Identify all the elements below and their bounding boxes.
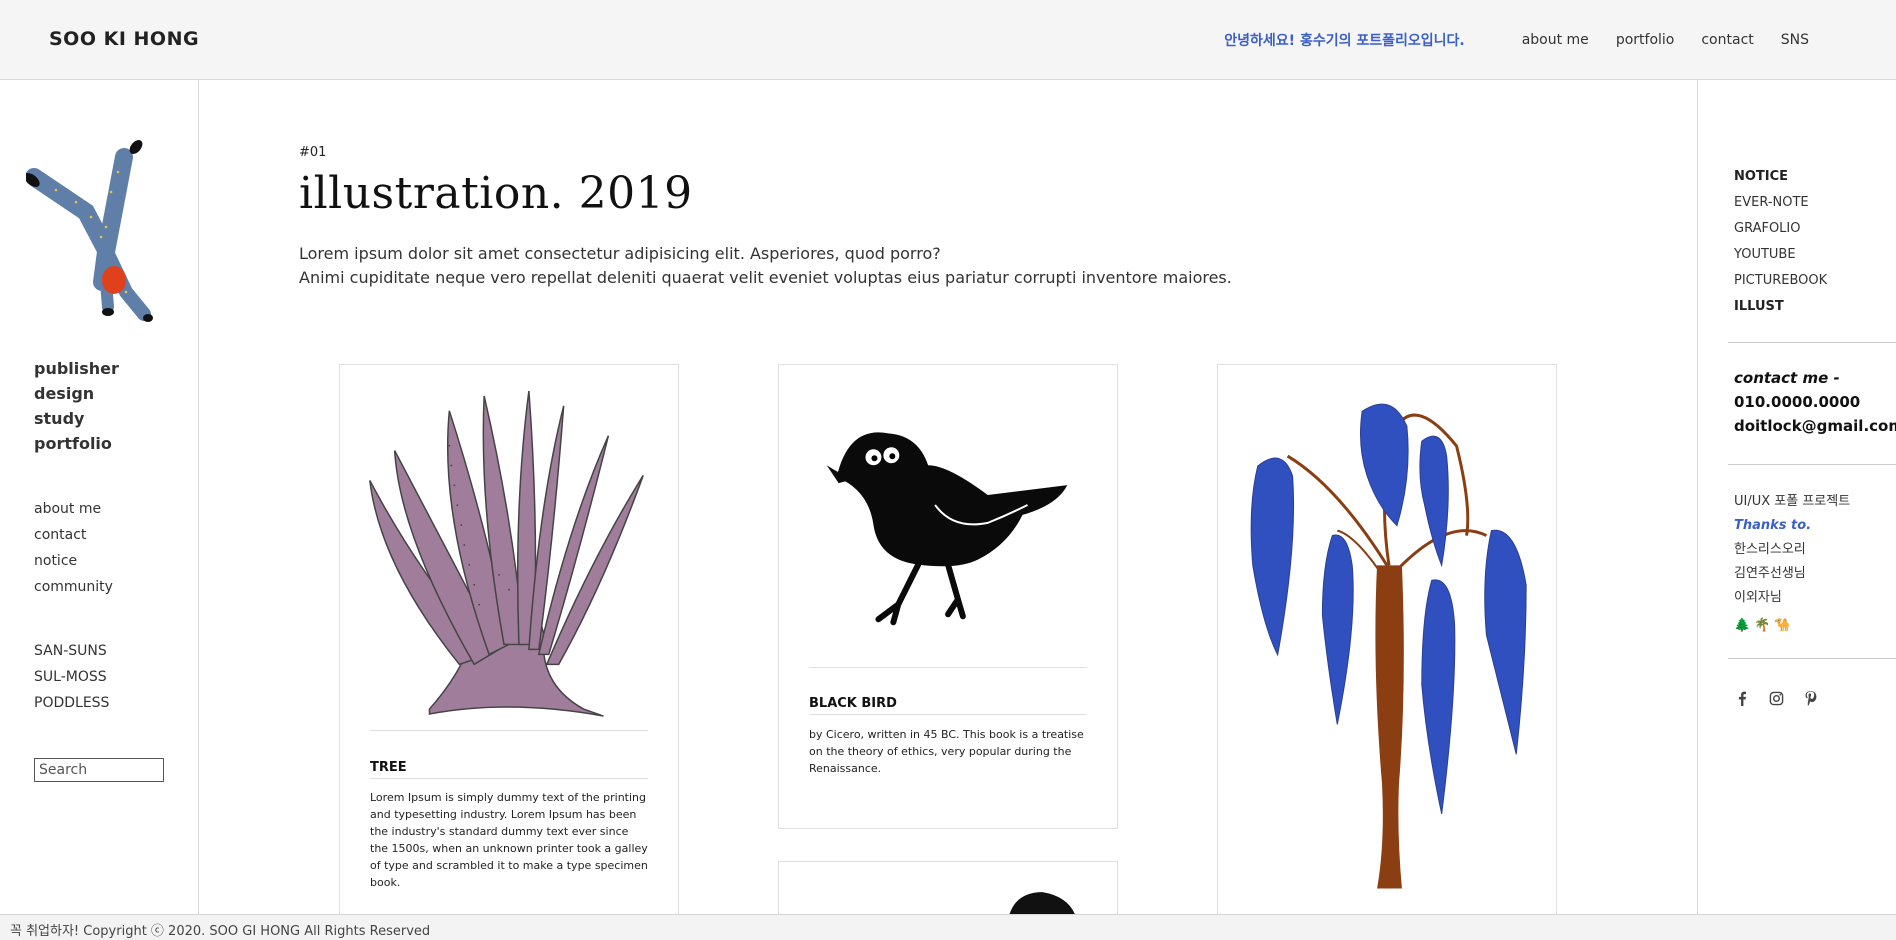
left-sidebar: publisher design study portfolio about m…: [0, 80, 199, 914]
side-link-about-me[interactable]: about me: [34, 496, 113, 522]
card-blue-tree[interactable]: [1217, 364, 1557, 914]
card-black-bird[interactable]: BLACK BIRD by Cicero, written in 45 BC. …: [778, 364, 1118, 829]
category-study[interactable]: study: [34, 406, 119, 431]
contact-label: contact me -: [1734, 369, 1840, 387]
greeting-text: 안녕하세요! 홍수기의 포트폴리오입니다.: [1224, 33, 1465, 49]
project-link-sul-moss[interactable]: SUL-MOSS: [34, 664, 109, 690]
right-sidebar: NOTICE EVER-NOTE GRAFOLIO YOUTUBE PICTUR…: [1697, 80, 1896, 914]
project-links: SAN-SUNS SUL-MOSS PODDLESS: [34, 638, 109, 716]
thanks-person-3: 이외자님: [1734, 590, 1782, 605]
tree-emoji-icon: 🌲: [1734, 618, 1751, 633]
facebook-icon[interactable]: [1734, 690, 1750, 706]
category-publisher[interactable]: publisher: [34, 356, 119, 381]
brand-logo[interactable]: SOO KI HONG: [49, 28, 199, 50]
contact-info: contact me - 010.0000.0000 doitlock@gmai…: [1734, 366, 1896, 438]
card-divider: [370, 778, 648, 779]
page-title: illustration. 2019: [299, 168, 693, 219]
right-nav-picturebook[interactable]: PICTUREBOOK: [1734, 268, 1827, 294]
top-nav: 안녕하세요! 홍수기의 포트폴리오입니다. about me portfolio…: [1224, 30, 1809, 50]
side-links: about me contact notice community: [34, 496, 113, 600]
thanks-person-1: 한스리스오리: [1734, 542, 1806, 557]
thanks-label: Thanks to.: [1734, 518, 1812, 533]
divider: [1728, 464, 1896, 465]
right-nav-youtube[interactable]: YOUTUBE: [1734, 242, 1827, 268]
card-divider: [809, 714, 1087, 715]
side-link-community[interactable]: community: [34, 574, 113, 600]
card-title: BLACK BIRD: [809, 696, 897, 711]
nav-about-me[interactable]: about me: [1522, 32, 1589, 48]
nav-contact[interactable]: contact: [1701, 32, 1753, 48]
pinterest-icon[interactable]: [1802, 690, 1818, 706]
card-description: by Cicero, written in 45 BC. This book i…: [809, 728, 1084, 775]
site-footer: 꼭 취업하자! Copyright ⓒ 2020. SOO GI HONG Al…: [0, 914, 1896, 940]
handstand-figure-illustration: [26, 140, 153, 322]
card-divider: [370, 730, 648, 731]
card-description: Lorem Ipsum is simply dummy text of the …: [370, 791, 648, 889]
credits: UI/UX 포폴 프로젝트 Thanks to. 한스리스오리 김연주선생님 이…: [1734, 490, 1850, 638]
project-link-poddless[interactable]: PODDLESS: [34, 690, 109, 716]
email-address[interactable]: doitlock@gmail.com: [1734, 414, 1896, 438]
project-link-san-suns[interactable]: SAN-SUNS: [34, 638, 109, 664]
agave-plant-illustration: [369, 390, 644, 717]
category-portfolio[interactable]: portfolio: [34, 431, 119, 456]
intro-text: Lorem ipsum dolor sit amet consectetur a…: [299, 242, 1232, 290]
thanks-person-2: 김연주선생님: [1734, 566, 1806, 581]
nav-portfolio[interactable]: portfolio: [1616, 32, 1675, 48]
partial-figure-illustration: [1009, 892, 1075, 914]
palm-emoji-icon: 🌴: [1754, 618, 1771, 633]
side-link-contact[interactable]: contact: [34, 522, 113, 548]
black-bird-illustration: [826, 432, 1068, 626]
project-label: UI/UX 포폴 프로젝트: [1734, 494, 1851, 509]
intro-line-1: Lorem ipsum dolor sit amet consectetur a…: [299, 244, 941, 263]
category-list: publisher design study portfolio: [34, 356, 119, 456]
phone-number: 010.0000.0000: [1734, 393, 1861, 411]
card-title: TREE: [370, 760, 407, 775]
weeping-tree-illustration: [1250, 403, 1527, 889]
search-input[interactable]: [34, 758, 164, 782]
nav-sns[interactable]: SNS: [1781, 32, 1809, 48]
card-divider: [809, 667, 1087, 668]
intro-line-2: Animi cupiditate neque vero repellat del…: [299, 268, 1232, 287]
section-number: #01: [299, 145, 327, 160]
social-links: [1734, 690, 1818, 706]
site-header: SOO KI HONG 안녕하세요! 홍수기의 포트폴리오입니다. about …: [0, 0, 1896, 80]
card-partial[interactable]: [778, 861, 1118, 914]
divider: [1728, 658, 1896, 659]
right-nav: NOTICE EVER-NOTE GRAFOLIO YOUTUBE PICTUR…: [1734, 164, 1827, 320]
camel-emoji-icon: 🐪: [1774, 618, 1791, 633]
right-nav-notice[interactable]: NOTICE: [1734, 164, 1827, 190]
right-nav-ever-note[interactable]: EVER-NOTE: [1734, 190, 1827, 216]
card-tree[interactable]: TREE Lorem Ipsum is simply dummy text of…: [339, 364, 679, 914]
emoji-row: 🌲 🌴 🐪: [1734, 614, 1850, 638]
side-link-notice[interactable]: notice: [34, 548, 113, 574]
right-nav-illust[interactable]: ILLUST: [1734, 294, 1827, 320]
divider: [1728, 342, 1896, 343]
main-content: #01 illustration. 2019 Lorem ipsum dolor…: [200, 80, 1697, 914]
instagram-icon[interactable]: [1768, 690, 1784, 706]
category-design[interactable]: design: [34, 381, 119, 406]
right-nav-grafolio[interactable]: GRAFOLIO: [1734, 216, 1827, 242]
copyright-text: 꼭 취업하자! Copyright ⓒ 2020. SOO GI HONG Al…: [10, 924, 431, 939]
